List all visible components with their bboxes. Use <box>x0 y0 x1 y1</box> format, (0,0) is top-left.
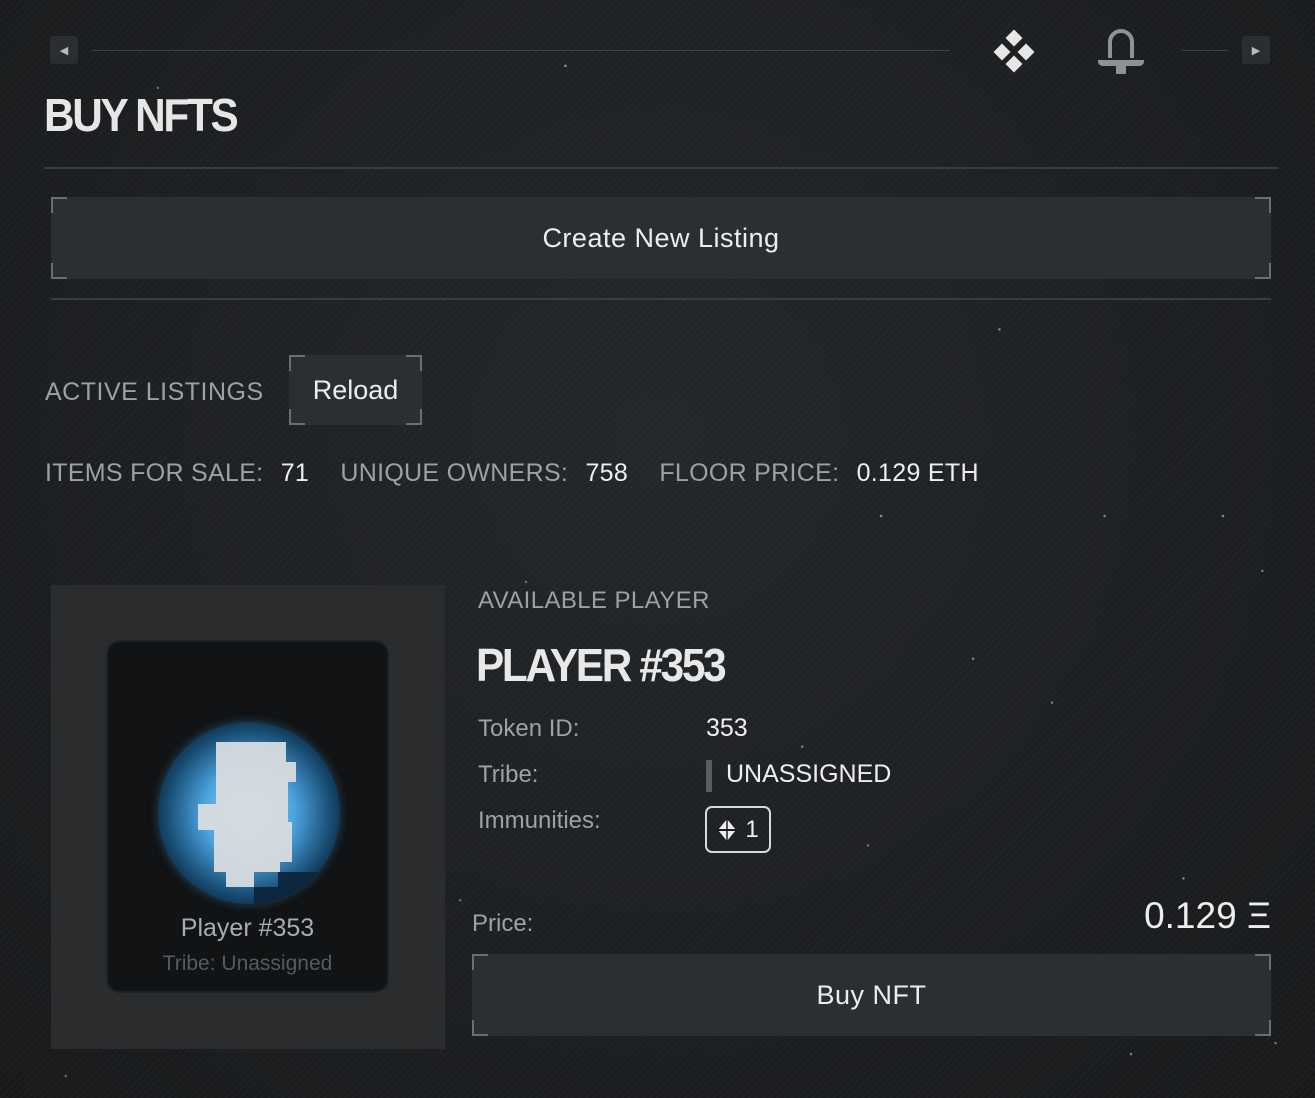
create-listing-label: Create New Listing <box>542 222 780 253</box>
avatar-card-tribe: Tribe: Unassigned <box>162 952 333 975</box>
diamond-icon <box>717 818 737 842</box>
buy-nft-label: Buy NFT <box>816 979 927 1010</box>
items-for-sale-value: 71 <box>280 459 310 487</box>
tribe-marker <box>706 760 712 792</box>
bell-helmet-icon[interactable] <box>1094 24 1148 78</box>
token-id-value: 353 <box>706 714 748 742</box>
triangle-left-icon: ◀ <box>59 44 69 57</box>
immunities-badge: 1 <box>705 806 771 853</box>
immunities-count: 1 <box>745 815 759 843</box>
floor-price-value: 0.129 ETH <box>856 459 979 487</box>
price-value: 0.129 Ξ <box>1144 895 1271 936</box>
marketplace-stats: ITEMS FOR SALE: 71 UNIQUE OWNERS: 758 FL… <box>45 459 979 488</box>
next-arrow-button[interactable]: ▶ <box>1242 36 1270 64</box>
title-divider <box>44 167 1278 169</box>
section-divider <box>51 298 1271 300</box>
reload-label: Reload <box>312 374 399 405</box>
reload-button[interactable]: Reload <box>289 355 422 425</box>
player-avatar <box>158 722 340 904</box>
triangle-right-icon: ▶ <box>1251 44 1261 57</box>
buy-nft-button[interactable]: Buy NFT <box>472 954 1271 1036</box>
page-title: BUY NFTS <box>44 89 239 141</box>
player-name: PLAYER #353 <box>476 639 727 691</box>
nav-track-line-right <box>1182 50 1228 51</box>
token-id-label: Token ID: <box>478 715 580 742</box>
price-label: Price: <box>472 910 534 937</box>
create-listing-button[interactable]: Create New Listing <box>51 197 1271 279</box>
prev-arrow-button[interactable]: ◀ <box>50 36 78 64</box>
nav-track-line <box>92 50 950 51</box>
diamond-cluster-icon[interactable] <box>990 28 1038 76</box>
unique-owners-value: 758 <box>585 459 629 487</box>
listing-eyebrow: AVAILABLE PLAYER <box>478 587 710 614</box>
player-avatar-card[interactable]: Player #353 Tribe: Unassigned <box>106 640 389 993</box>
items-for-sale-label: ITEMS FOR SALE: <box>45 459 264 487</box>
avatar-card-name: Player #353 <box>180 914 315 942</box>
floor-price-label: FLOOR PRICE: <box>659 459 840 487</box>
tribe-label: Tribe: <box>478 761 539 788</box>
immunities-label: Immunities: <box>478 807 601 834</box>
active-listings-heading: ACTIVE LISTINGS <box>45 378 264 406</box>
tribe-value: UNASSIGNED <box>726 760 892 788</box>
unique-owners-label: UNIQUE OWNERS: <box>340 459 569 487</box>
